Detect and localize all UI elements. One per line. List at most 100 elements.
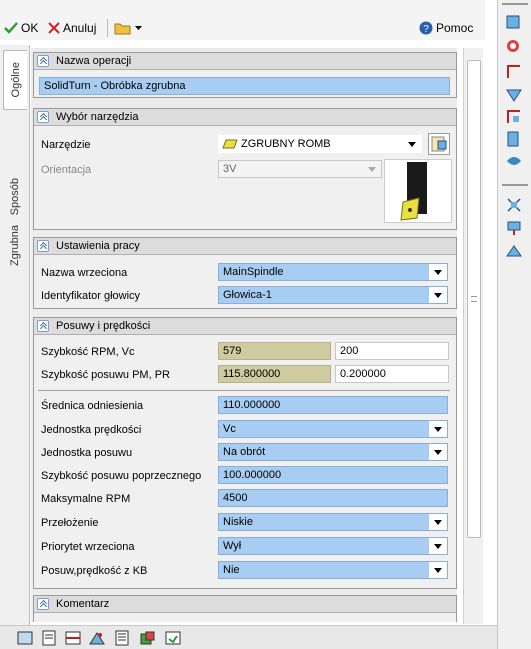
collapse-icon[interactable] bbox=[37, 320, 49, 332]
tab-general[interactable]: Ogólne bbox=[3, 50, 27, 110]
max-rpm-field[interactable]: 4500 bbox=[218, 489, 448, 507]
cross-feed-label: Szybkość posuwu poprzecznego bbox=[41, 470, 202, 482]
operation-name-field[interactable]: SolidTurn - Obróbka zgrubna bbox=[39, 77, 450, 95]
spindle-label: Nazwa wrzeciona bbox=[41, 267, 128, 279]
tool-select[interactable]: ZGRUBNY ROMB bbox=[218, 135, 422, 153]
feed-unit-select[interactable]: Na obrót bbox=[218, 443, 448, 461]
operation-icon-2[interactable] bbox=[505, 37, 523, 55]
dropdown-arrow[interactable] bbox=[429, 514, 447, 530]
feed-unit-label: Jednostka posuwu bbox=[41, 447, 133, 459]
vertical-tabs: Ogólne Sposób Zgrubna bbox=[0, 45, 30, 625]
gear-select[interactable]: Niskie bbox=[218, 513, 448, 531]
operation-icon-6[interactable] bbox=[505, 130, 523, 148]
section-header[interactable]: Ustawienia pracy bbox=[34, 238, 456, 255]
speed-unit-label: Jednostka prędkości bbox=[41, 424, 142, 436]
feed-pr-field[interactable]: 0.200000 bbox=[335, 365, 449, 383]
priority-label: Priorytet wrzeciona bbox=[41, 541, 135, 553]
separator bbox=[38, 390, 450, 391]
bottom-icon-5[interactable] bbox=[113, 630, 131, 646]
rpm-field[interactable]: 579 bbox=[218, 342, 331, 360]
section-header[interactable]: Komentarz bbox=[34, 596, 456, 613]
dropdown-arrow[interactable] bbox=[403, 136, 421, 152]
head-select[interactable]: Głowica-1 bbox=[218, 286, 448, 304]
max-rpm-label: Maksymalne RPM bbox=[41, 493, 131, 505]
bottom-icon-4[interactable] bbox=[88, 630, 106, 646]
cancel-label: Anuluj bbox=[63, 21, 97, 35]
tool-label: Narzędzie bbox=[41, 139, 91, 151]
tool-browse-button[interactable] bbox=[428, 133, 450, 155]
diameter-label: Średnica odniesienia bbox=[41, 400, 144, 412]
section-header[interactable]: Posuwy i prędkości bbox=[34, 318, 456, 335]
dropdown-arrow[interactable] bbox=[429, 444, 447, 460]
cancel-button[interactable]: Anuluj bbox=[48, 19, 96, 37]
right-tool-panel bbox=[497, 0, 531, 649]
dropdown-arrow[interactable] bbox=[429, 287, 447, 303]
help-icon: ? bbox=[419, 21, 433, 35]
operation-icon-5[interactable] bbox=[505, 108, 523, 126]
section-work-settings: Ustawienia pracy Nazwa wrzeciona MainSpi… bbox=[33, 237, 457, 309]
orientation-select: 3V bbox=[218, 160, 382, 178]
kb-label: Posuw,prędkość z KB bbox=[41, 565, 148, 577]
parameters-panel: Nazwa operacji SolidTurn - Obróbka zgrub… bbox=[31, 48, 457, 622]
operation-icon-4[interactable] bbox=[505, 86, 523, 104]
spindle-select[interactable]: MainSpindle bbox=[218, 263, 448, 281]
rpm-label: Szybkość RPM, Vc bbox=[41, 346, 135, 358]
gear-label: Przełożenie bbox=[41, 517, 99, 529]
tab-rough[interactable]: Zgrubna bbox=[3, 205, 27, 285]
bottom-icon-7[interactable] bbox=[164, 630, 182, 646]
ok-label: OK bbox=[21, 21, 39, 35]
tool-library-icon bbox=[431, 136, 447, 152]
dropdown-arrow[interactable] bbox=[429, 421, 447, 437]
section-header[interactable]: Wybór narzędzia bbox=[34, 109, 456, 126]
close-icon bbox=[48, 22, 60, 34]
dropdown-arrow[interactable] bbox=[429, 538, 447, 554]
tool-preview-icon bbox=[400, 162, 427, 221]
collapse-icon[interactable] bbox=[37, 55, 49, 67]
operation-icon-9[interactable] bbox=[505, 219, 523, 237]
section-operation-name: Nazwa operacji SolidTurn - Obróbka zgrub… bbox=[33, 52, 457, 98]
diameter-field[interactable]: 110.000000 bbox=[218, 396, 448, 414]
section-header[interactable]: Nazwa operacji bbox=[34, 53, 456, 70]
orientation-label: Orientacja bbox=[41, 164, 92, 176]
open-folder-button[interactable] bbox=[114, 19, 143, 37]
section-tool-selection: Wybór narzędzia Narzędzie ZGRUBNY ROMB O… bbox=[33, 108, 457, 230]
collapse-icon[interactable] bbox=[37, 111, 49, 123]
scroll-thumb[interactable] bbox=[467, 60, 481, 538]
cross-feed-field[interactable]: 100.000000 bbox=[218, 466, 448, 484]
operation-icon-10[interactable] bbox=[505, 242, 523, 260]
speed-unit-select[interactable]: Vc bbox=[218, 420, 448, 438]
bottom-icon-1[interactable] bbox=[16, 630, 34, 646]
operation-icon-3[interactable] bbox=[505, 63, 523, 81]
vertical-scrollbar[interactable] bbox=[463, 48, 483, 624]
bottom-icon-2[interactable] bbox=[40, 630, 58, 646]
panel-divider bbox=[502, 184, 528, 186]
bottom-icon-6[interactable] bbox=[139, 630, 157, 646]
insert-icon bbox=[222, 139, 238, 149]
operation-icon-8[interactable] bbox=[505, 196, 523, 214]
grip[interactable] bbox=[502, 3, 528, 9]
head-label: Identyfikator głowicy bbox=[41, 290, 141, 302]
dropdown-arrow[interactable] bbox=[429, 264, 447, 280]
toolbar-divider bbox=[107, 19, 108, 37]
dropdown-arrow bbox=[363, 161, 381, 177]
ok-button[interactable]: OK bbox=[4, 19, 38, 37]
bottom-icon-3[interactable] bbox=[64, 630, 82, 646]
priority-select[interactable]: Wył bbox=[218, 537, 448, 555]
section-feeds-speeds: Posuwy i prędkości Szybkość RPM, Vc 579 … bbox=[33, 317, 457, 589]
help-button[interactable]: ? Pomoc bbox=[419, 19, 473, 37]
operation-icon-7[interactable] bbox=[505, 152, 523, 170]
dropdown-arrow[interactable] bbox=[429, 562, 447, 578]
collapse-icon[interactable] bbox=[37, 598, 49, 610]
bottom-bar bbox=[0, 625, 497, 649]
kb-select[interactable]: Nie bbox=[218, 561, 448, 579]
vc-field[interactable]: 200 bbox=[335, 342, 449, 360]
help-label: Pomoc bbox=[436, 21, 474, 35]
feed-pm-field[interactable]: 115.800000 bbox=[218, 365, 331, 383]
tool-preview bbox=[384, 159, 452, 223]
check-icon bbox=[4, 22, 18, 34]
grip-icon bbox=[471, 296, 477, 302]
folder-icon bbox=[114, 23, 131, 35]
operation-icon-1[interactable] bbox=[505, 14, 523, 32]
collapse-icon[interactable] bbox=[37, 240, 49, 252]
section-comment: Komentarz bbox=[33, 595, 457, 622]
